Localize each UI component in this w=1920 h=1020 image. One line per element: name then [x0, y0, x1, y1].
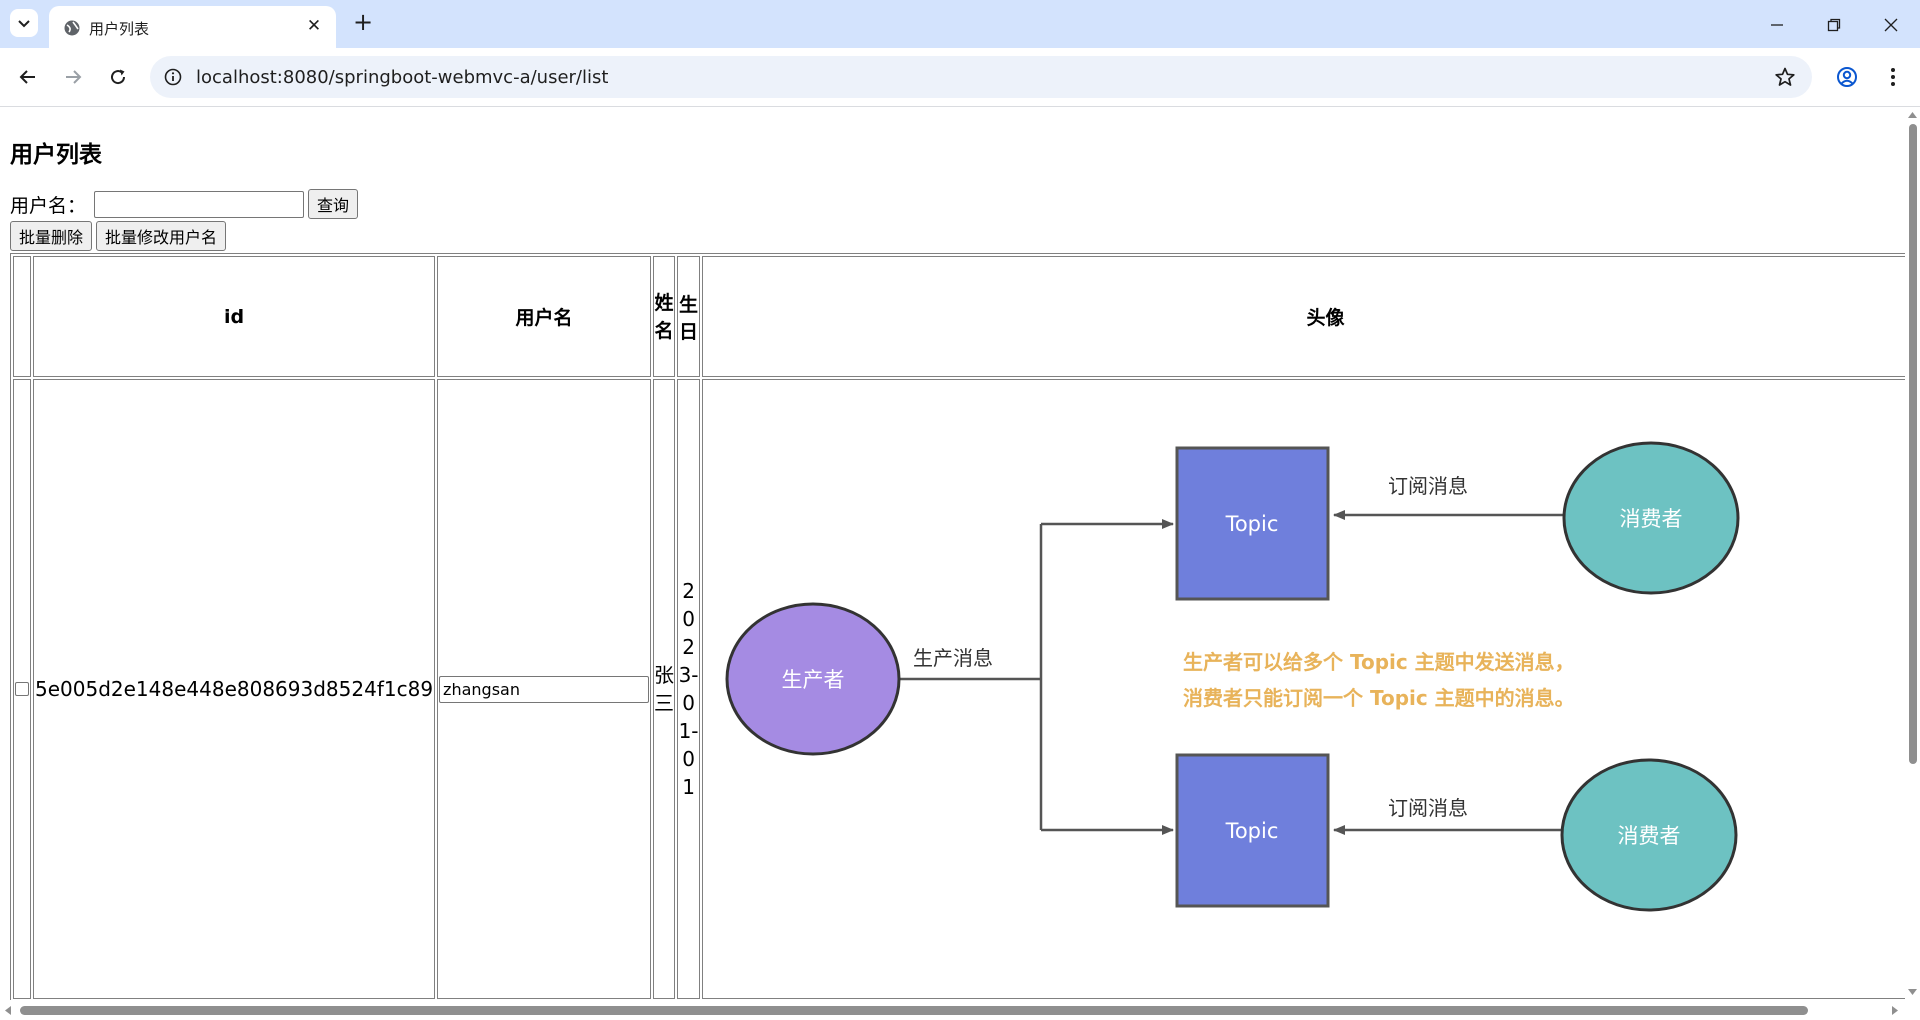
scroll-left-icon[interactable]	[3, 1003, 13, 1018]
name-cell: 张三	[653, 379, 676, 999]
page-viewport: 用户列表 用户名： 查询 批量删除 批量修改用户名 id 用户名 姓名 生日 头…	[0, 107, 1905, 1000]
produce-message-label: 生产消息	[913, 646, 993, 670]
scroll-right-icon[interactable]	[1890, 1003, 1900, 1018]
user-id-cell: 5e005d2e148e448e808693d8524f1c89	[33, 379, 436, 999]
table-row: 5e005d2e148e448e808693d8524f1c89 张三 2023…	[13, 379, 1905, 999]
window-close-icon[interactable]	[1876, 10, 1906, 40]
birthday-cell: 2023-01-01	[677, 379, 701, 999]
username-search-input[interactable]	[94, 190, 305, 218]
avatar-column-header: 头像	[702, 256, 1905, 377]
horizontal-scrollbar[interactable]	[0, 1000, 1905, 1020]
subscribe-label-top: 订阅消息	[1388, 474, 1468, 498]
search-button[interactable]: 查询	[308, 189, 359, 219]
scroll-down-icon[interactable]	[1905, 987, 1920, 997]
scroll-up-icon[interactable]	[1905, 110, 1920, 120]
browser-toolbar: localhost:8080/springboot-webmvc-a/user/…	[0, 48, 1920, 107]
user-table: id 用户名 姓名 生日 头像 5e005d2e148e448e808693d8…	[10, 253, 1905, 1000]
scrollbar-corner	[1905, 1000, 1920, 1020]
select-column-header	[13, 256, 31, 377]
minimize-icon[interactable]	[1762, 10, 1792, 40]
consumer-label-top: 消费者	[1620, 507, 1683, 531]
avatar-cell: 生产者 生产消息 Topic Topic 订阅消息 订阅消息 消费者 消费者 生…	[702, 379, 1905, 999]
row-checkbox[interactable]	[15, 682, 29, 696]
bookmark-star-icon[interactable]	[1774, 66, 1796, 88]
id-column-header: id	[33, 256, 436, 377]
consumer-label-bottom: 消费者	[1618, 824, 1681, 848]
search-label: 用户名：	[10, 194, 87, 217]
topic-label-top: Topic	[1225, 512, 1279, 536]
topic-label-bottom: Topic	[1225, 819, 1279, 843]
batch-rename-button[interactable]: 批量修改用户名	[96, 221, 227, 251]
birthday-column-header: 生日	[677, 256, 701, 377]
batch-actions: 批量删除 批量修改用户名	[10, 221, 227, 251]
browser-tab-bar: 用户列表 ✕ +	[0, 0, 1920, 48]
globe-icon	[64, 20, 80, 36]
vertical-scroll-thumb[interactable]	[1909, 124, 1917, 764]
url-text[interactable]: localhost:8080/springboot-webmvc-a/user/…	[196, 67, 608, 88]
tab-search-button[interactable]	[10, 9, 38, 37]
page-title: 用户列表	[10, 142, 102, 168]
tab-title: 用户列表	[89, 20, 150, 38]
username-field[interactable]	[439, 675, 650, 703]
name-column-header: 姓名	[653, 256, 676, 377]
restore-icon[interactable]	[1819, 10, 1849, 40]
active-tab[interactable]: 用户列表 ✕	[49, 6, 336, 48]
horizontal-scroll-thumb[interactable]	[20, 1006, 1808, 1015]
diagram-note-line2: 消费者只能订阅一个 Topic 主题中的消息。	[1183, 686, 1575, 710]
reload-icon[interactable]	[103, 62, 133, 92]
chevron-down-icon	[18, 20, 30, 28]
new-tab-icon[interactable]: +	[350, 10, 376, 36]
avatar-image: 生产者 生产消息 Topic Topic 订阅消息 订阅消息 消费者 消费者 生…	[725, 441, 1740, 912]
site-info-icon[interactable]	[163, 67, 183, 87]
username-cell	[437, 379, 652, 999]
more-menu-icon[interactable]	[1878, 62, 1908, 92]
row-select-cell	[13, 379, 31, 999]
username-column-header: 用户名	[437, 256, 652, 377]
batch-delete-button[interactable]: 批量删除	[10, 221, 93, 251]
search-form: 用户名： 查询	[10, 189, 359, 219]
back-icon[interactable]	[13, 62, 43, 92]
profile-icon[interactable]	[1832, 62, 1862, 92]
address-bar[interactable]: localhost:8080/springboot-webmvc-a/user/…	[150, 56, 1812, 98]
subscribe-label-bottom: 订阅消息	[1388, 796, 1468, 820]
vertical-scrollbar[interactable]	[1905, 107, 1920, 1000]
producer-label: 生产者	[782, 668, 845, 692]
table-header-row: id 用户名 姓名 生日 头像	[13, 256, 1905, 377]
diagram-note-line1: 生产者可以给多个 Topic 主题中发送消息，	[1183, 650, 1575, 674]
forward-icon[interactable]	[58, 62, 88, 92]
tab-close-icon[interactable]: ✕	[304, 16, 324, 36]
